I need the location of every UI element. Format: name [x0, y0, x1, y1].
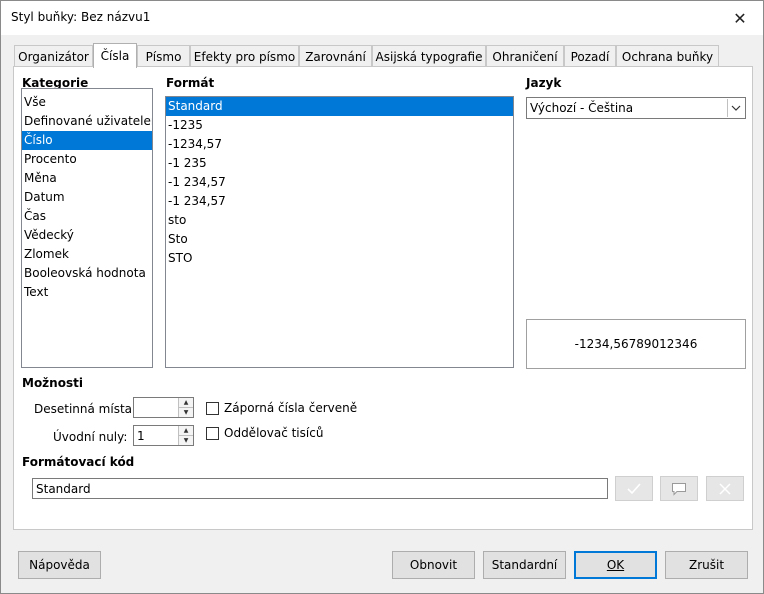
- leading-zeros-label: Úvodní nuly:: [53, 430, 128, 444]
- category-item[interactable]: Datum: [22, 188, 152, 207]
- tab-asian-typography[interactable]: Asijská typografie: [372, 45, 486, 67]
- format-item[interactable]: -1234,57: [166, 135, 513, 154]
- category-item[interactable]: Měna: [22, 169, 152, 188]
- format-item[interactable]: Standard: [166, 97, 513, 116]
- chevron-down-icon[interactable]: [727, 99, 744, 117]
- format-item[interactable]: -1 234,57: [166, 192, 513, 211]
- reset-button[interactable]: Obnovit: [392, 551, 475, 579]
- spin-down-icon[interactable]: ▼: [178, 407, 193, 417]
- spin-down-icon[interactable]: ▼: [178, 435, 193, 445]
- format-item[interactable]: -1235: [166, 116, 513, 135]
- decimal-places-stepper[interactable]: ▲ ▼: [133, 397, 194, 418]
- help-button[interactable]: Nápověda: [18, 551, 101, 579]
- category-item[interactable]: Definované uživatelem: [22, 112, 152, 131]
- format-code-value: Standard: [36, 482, 91, 496]
- tab-background[interactable]: Pozadí: [564, 45, 616, 67]
- comment-icon: [672, 482, 686, 496]
- spin-up-icon[interactable]: ▲: [178, 398, 193, 408]
- format-heading: Formát: [166, 76, 215, 90]
- category-item[interactable]: Text: [22, 283, 152, 302]
- tab-organizer[interactable]: Organizátor: [14, 45, 93, 67]
- tab-alignment[interactable]: Zarovnání: [299, 45, 372, 67]
- checkmark-icon: [627, 482, 641, 494]
- format-code-input[interactable]: Standard: [32, 478, 608, 499]
- tab-numbers[interactable]: Čísla: [93, 43, 137, 68]
- format-item[interactable]: Sto: [166, 230, 513, 249]
- format-code-heading: Formátovací kód: [22, 455, 135, 469]
- category-item[interactable]: Booleovská hodnota: [22, 264, 152, 283]
- category-item[interactable]: Vše: [22, 93, 152, 112]
- negative-red-option[interactable]: Záporná čísla červeně: [206, 401, 357, 415]
- negative-red-checkbox[interactable]: [206, 401, 219, 415]
- delete-icon: [719, 482, 731, 495]
- apply-format-code-button[interactable]: [615, 476, 653, 501]
- format-list[interactable]: Standard -1235 -1234,57 -1 235 -1 234,57…: [165, 96, 514, 368]
- decimal-places-label: Desetinná místa:: [34, 402, 137, 416]
- ok-button-label: OK: [606, 558, 625, 572]
- cancel-button-label: Zrušit: [688, 558, 725, 572]
- language-heading: Jazyk: [526, 76, 562, 90]
- format-item[interactable]: -1 234,57: [166, 173, 513, 192]
- thousands-separator-label: Oddělovač tisíců: [224, 426, 324, 440]
- standard-button-label: Standardní: [491, 558, 558, 572]
- tab-font-effects[interactable]: Efekty pro písmo: [190, 45, 299, 67]
- remove-format-button[interactable]: [706, 476, 744, 501]
- format-item[interactable]: -1 235: [166, 154, 513, 173]
- tab-borders[interactable]: Ohraničení: [486, 45, 564, 67]
- format-item[interactable]: sto: [166, 211, 513, 230]
- language-select[interactable]: Výchozí - Čeština: [526, 97, 746, 119]
- leading-zeros-stepper[interactable]: 1 ▲ ▼: [133, 425, 194, 446]
- language-selected-value: Výchozí - Čeština: [530, 101, 634, 115]
- format-item[interactable]: STO: [166, 249, 513, 268]
- edit-comment-button[interactable]: [660, 476, 698, 501]
- preview-text: -1234,56789012346: [574, 337, 698, 351]
- standard-button[interactable]: Standardní: [483, 551, 566, 579]
- cancel-button[interactable]: Zrušit: [665, 551, 748, 579]
- category-item[interactable]: Procento: [22, 150, 152, 169]
- thousands-separator-option[interactable]: Oddělovač tisíců: [206, 426, 323, 440]
- options-heading: Možnosti: [22, 376, 83, 390]
- cell-style-dialog: Styl buňky: Bez názvu1 ✕ Organizátor Čís…: [0, 0, 764, 594]
- category-item[interactable]: Číslo: [22, 131, 152, 150]
- ok-button[interactable]: OK: [574, 551, 657, 579]
- category-list[interactable]: Vše Definované uživatelem Číslo Procento…: [21, 88, 153, 368]
- close-icon: ✕: [733, 8, 747, 28]
- window-title: Styl buňky: Bez názvu1: [11, 10, 151, 24]
- category-item[interactable]: Vědecký: [22, 226, 152, 245]
- leading-zeros-value: 1: [137, 429, 145, 443]
- category-item[interactable]: Čas: [22, 207, 152, 226]
- close-button[interactable]: ✕: [717, 1, 763, 35]
- tab-cell-protection[interactable]: Ochrana buňky: [616, 45, 719, 67]
- thousands-separator-checkbox[interactable]: [206, 426, 219, 440]
- help-button-label: Nápověda: [29, 558, 90, 572]
- title-bar: Styl buňky: Bez názvu1 ✕: [1, 1, 763, 35]
- reset-button-label: Obnovit: [409, 558, 458, 572]
- tab-font[interactable]: Písmo: [137, 45, 190, 67]
- spin-up-icon[interactable]: ▲: [178, 426, 193, 436]
- numbers-panel: Kategorie Vše Definované uživatelem Čísl…: [13, 66, 753, 530]
- category-item[interactable]: Zlomek: [22, 245, 152, 264]
- negative-red-label: Záporná čísla červeně: [224, 401, 358, 415]
- format-preview: -1234,56789012346: [526, 319, 746, 369]
